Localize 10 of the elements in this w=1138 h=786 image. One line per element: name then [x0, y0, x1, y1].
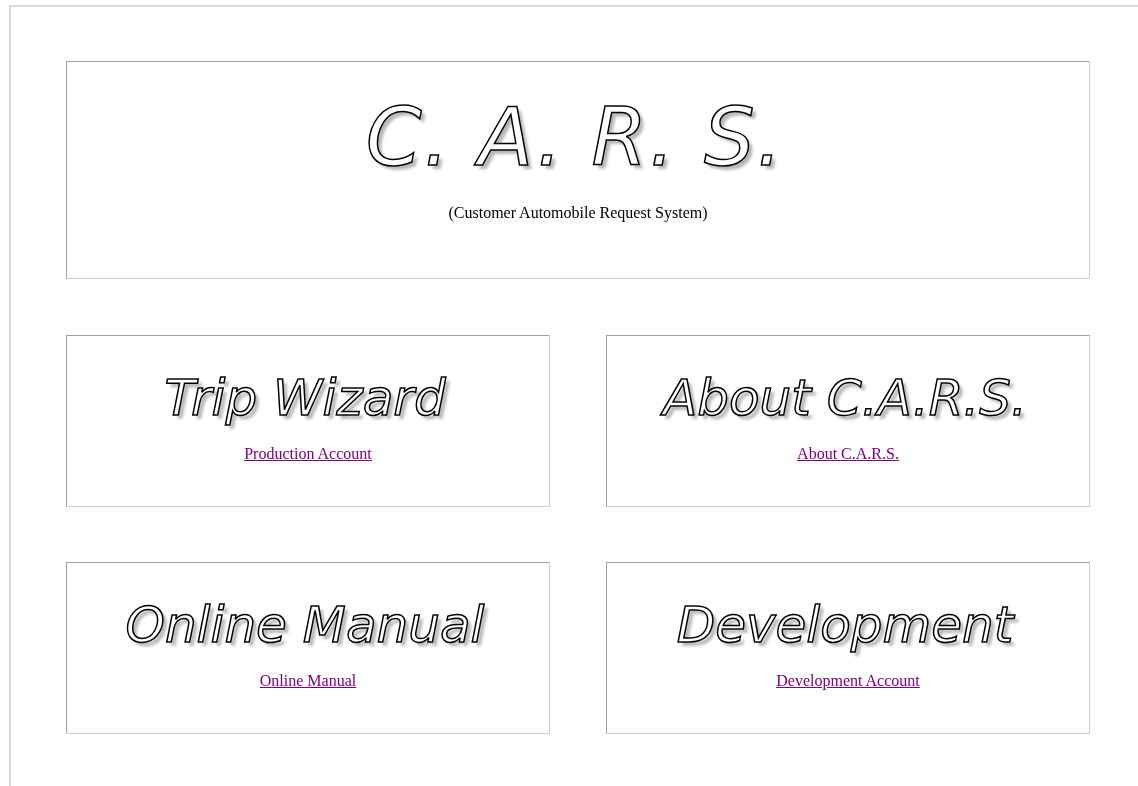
card-link[interactable]: About C.A.R.S.: [797, 445, 899, 463]
site-subtitle: (Customer Automobile Request System): [448, 204, 708, 222]
card-heading: About C.A.R.S.: [657, 366, 1039, 431]
site-title: C. A. R. S.: [364, 90, 786, 186]
card-link[interactable]: Development Account: [776, 672, 920, 690]
card-heading: Trip Wizard: [158, 366, 458, 431]
card-heading: Development: [670, 593, 1026, 658]
card-link[interactable]: Online Manual: [259, 672, 357, 690]
card-link[interactable]: Production Account: [244, 445, 372, 463]
card-heading: Online Manual: [119, 593, 497, 658]
